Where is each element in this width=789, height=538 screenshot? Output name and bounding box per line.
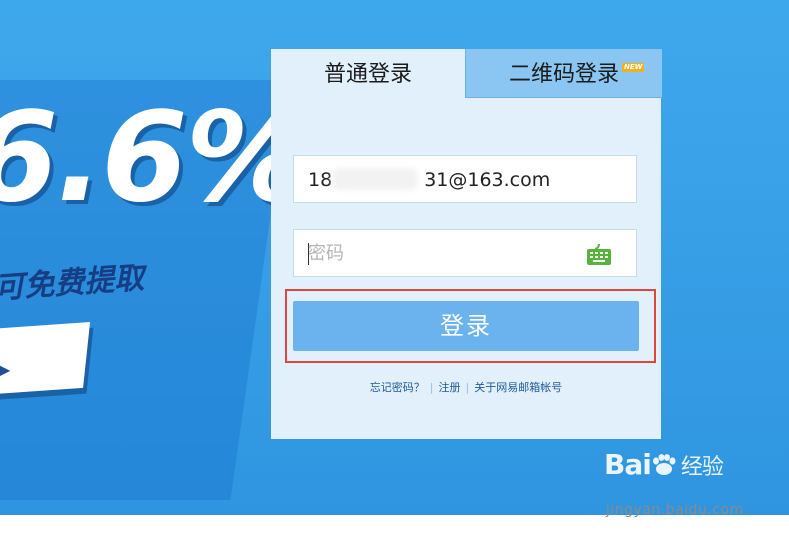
privacy-blur-mask [332, 168, 418, 190]
paw-icon [652, 454, 676, 475]
account-field[interactable]: 18 31@163.com [293, 155, 637, 203]
tab-normal-login-label: 普通登录 [323, 62, 412, 87]
tab-qr-login[interactable]: 二维码登录 NEW [465, 49, 662, 98]
password-input[interactable] [308, 230, 578, 276]
watermark-logo: Bai 经验 [604, 448, 724, 483]
baidu-jingyan-watermark: Bai 经验 jingyan.baidu.com [604, 448, 743, 519]
forgot-password-link[interactable]: 忘记密码？ [370, 381, 425, 394]
password-field[interactable] [293, 229, 637, 277]
watermark-url: jingyan.baidu.com [606, 502, 744, 518]
promo-arrow-icon: ▶ [0, 360, 11, 379]
watermark-brand: Bai [604, 448, 652, 481]
keyboard-icon[interactable] [586, 242, 612, 266]
register-link[interactable]: 注册 [439, 381, 461, 394]
new-badge: NEW [622, 63, 645, 72]
promo-button[interactable] [0, 322, 91, 396]
link-divider: | [465, 381, 470, 394]
tab-qr-login-label: 二维码登录 [508, 62, 619, 87]
tab-normal-login[interactable]: 普通登录 [271, 49, 465, 98]
account-value-suffix: 31@163.com [424, 169, 551, 191]
login-button[interactable]: 登录 [293, 301, 639, 351]
text-cursor [308, 243, 309, 265]
about-account-link[interactable]: 关于网易邮箱帐号 [474, 381, 562, 394]
promo-percent: 6.6% [0, 86, 310, 230]
login-panel: 普通登录 二维码登录 NEW 18 31@163.com 登录 忘记密码？ | 注册 | [271, 49, 662, 439]
help-links: 忘记密码？ | 注册 | 关于网易邮箱帐号 [271, 379, 661, 395]
account-value-prefix: 18 [308, 169, 333, 191]
link-divider: | [429, 381, 434, 394]
watermark-brand-suffix: 经验 [680, 455, 724, 480]
